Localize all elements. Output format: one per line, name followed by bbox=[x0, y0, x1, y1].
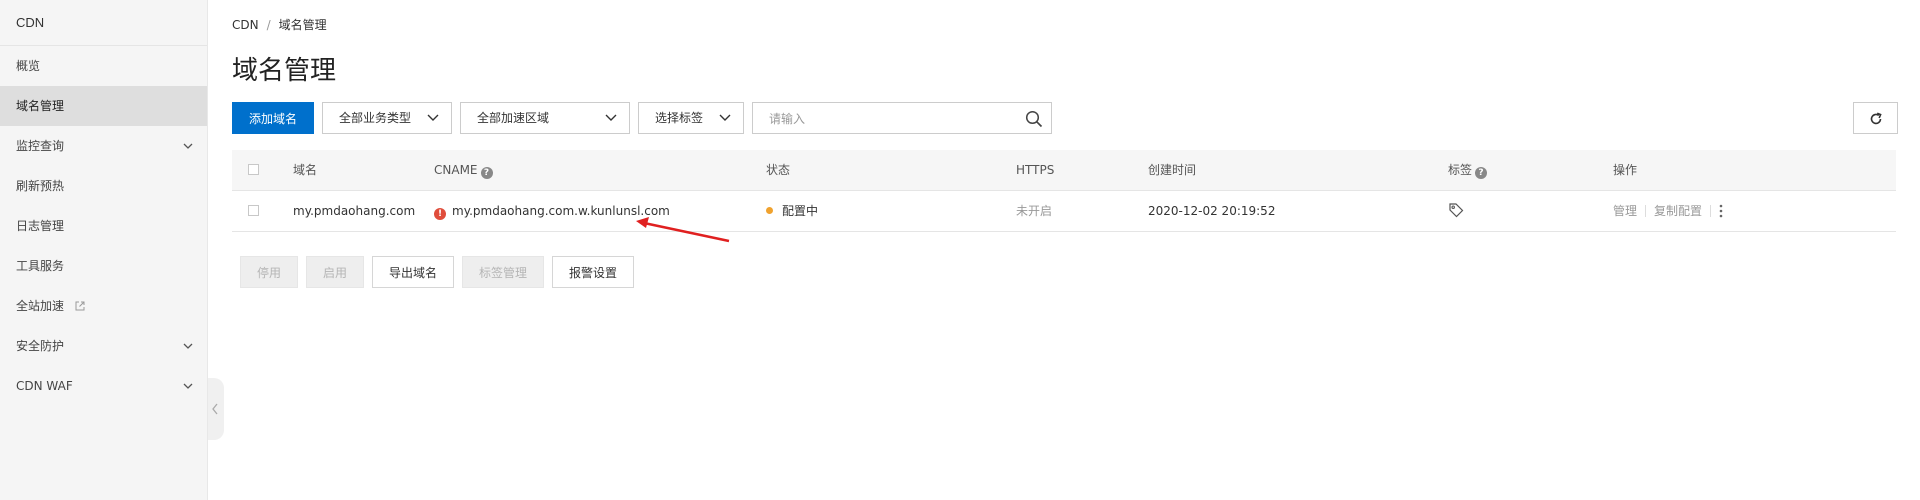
sidebar-item-domain-management[interactable]: 域名管理 bbox=[0, 86, 207, 126]
sidebar-item-dcdn[interactable]: 全站加速 bbox=[0, 286, 207, 326]
sidebar-item-refresh-preload[interactable]: 刷新预热 bbox=[0, 166, 207, 206]
sidebar-item-label: 概览 bbox=[16, 59, 41, 73]
status-cell: 配置中 bbox=[766, 191, 818, 231]
chevron-down-icon bbox=[183, 343, 193, 349]
copy-config-link[interactable]: 复制配置 bbox=[1654, 204, 1702, 218]
sidebar: CDN 概览 域名管理 监控查询 刷新预热 日志管理 工具服务 全站加速 安全防… bbox=[0, 0, 208, 500]
sidebar-item-monitoring[interactable]: 监控查询 bbox=[0, 126, 207, 166]
sidebar-item-label: 日志管理 bbox=[16, 219, 65, 233]
sidebar-item-label: 工具服务 bbox=[16, 259, 65, 273]
sidebar-item-label: 监控查询 bbox=[16, 139, 65, 153]
alarm-settings-button[interactable]: 报警设置 bbox=[552, 256, 634, 288]
sidebar-item-log-management[interactable]: 日志管理 bbox=[0, 206, 207, 246]
tag-select-value: 选择标签 bbox=[655, 111, 704, 125]
enable-button[interactable]: 启用 bbox=[306, 256, 364, 288]
table-header: 域名 CNAME? 状态 HTTPS 创建时间 标签? 操作 bbox=[232, 150, 1896, 191]
sidebar-item-label: 域名管理 bbox=[16, 99, 65, 113]
column-header-operations: 操作 bbox=[1613, 163, 1638, 177]
sidebar-collapse-handle[interactable] bbox=[208, 378, 224, 440]
business-type-value: 全部业务类型 bbox=[339, 111, 412, 125]
search-icon[interactable] bbox=[1025, 110, 1043, 128]
column-header-tags: 标签? bbox=[1448, 150, 1488, 190]
warning-icon[interactable]: ! bbox=[434, 208, 446, 220]
chevron-down-icon bbox=[183, 383, 193, 389]
refresh-icon bbox=[1870, 112, 1882, 125]
add-domain-button[interactable]: 添加域名 bbox=[232, 102, 314, 134]
external-link-icon bbox=[75, 301, 85, 311]
sidebar-item-tools[interactable]: 工具服务 bbox=[0, 246, 207, 286]
domain-cell[interactable]: my.pmdaohang.com bbox=[293, 191, 415, 231]
https-cell: 未开启 bbox=[1016, 204, 1053, 218]
sidebar-item-label: 安全防护 bbox=[16, 339, 65, 353]
chevron-down-icon bbox=[719, 114, 731, 121]
chevron-down-icon bbox=[183, 143, 193, 149]
chevron-down-icon bbox=[605, 114, 617, 121]
column-header-domain: 域名 bbox=[293, 163, 318, 177]
created-time-cell: 2020-12-02 20:19:52 bbox=[1148, 204, 1276, 218]
sidebar-item-label: CDN WAF bbox=[16, 379, 73, 393]
search-input[interactable] bbox=[753, 103, 1031, 135]
domain-table: 域名 CNAME? 状态 HTTPS 创建时间 标签? 操作 my.pmdaoh… bbox=[232, 150, 1896, 232]
toolbar: 添加域名 全部业务类型 全部加速区域 选择标签 bbox=[232, 102, 1898, 135]
business-type-select[interactable]: 全部业务类型 bbox=[322, 102, 452, 134]
sidebar-item-label: 刷新预热 bbox=[16, 179, 65, 193]
page-title: 域名管理 bbox=[232, 56, 337, 86]
region-value: 全部加速区域 bbox=[477, 111, 550, 125]
chevron-down-icon bbox=[427, 114, 439, 121]
column-header-created: 创建时间 bbox=[1148, 163, 1197, 177]
column-header-cname: CNAME? bbox=[434, 150, 493, 190]
more-options-icon[interactable] bbox=[1719, 204, 1723, 218]
refresh-button[interactable] bbox=[1853, 102, 1898, 134]
divider bbox=[1710, 205, 1712, 217]
chevron-left-icon bbox=[212, 403, 218, 415]
breadcrumb-separator: / bbox=[266, 18, 271, 32]
sidebar-title: CDN bbox=[0, 0, 207, 46]
manage-link[interactable]: 管理 bbox=[1613, 204, 1637, 218]
status-dot-icon bbox=[766, 207, 773, 214]
sidebar-item-label: 全站加速 bbox=[16, 299, 65, 313]
divider bbox=[1645, 205, 1647, 217]
tag-select[interactable]: 选择标签 bbox=[638, 102, 744, 134]
help-icon[interactable]: ? bbox=[1475, 167, 1488, 179]
tag-icon[interactable] bbox=[1448, 202, 1464, 218]
tags-cell bbox=[1448, 191, 1464, 231]
sidebar-item-cdn-waf[interactable]: CDN WAF bbox=[0, 366, 207, 406]
column-header-label: 标签 bbox=[1448, 163, 1473, 177]
operations-cell: 管理 复制配置 bbox=[1613, 191, 1723, 231]
search-box bbox=[752, 102, 1052, 135]
column-header-status: 状态 bbox=[766, 163, 791, 177]
tag-management-button[interactable]: 标签管理 bbox=[462, 256, 544, 288]
breadcrumb-current: 域名管理 bbox=[278, 18, 327, 32]
export-domains-button[interactable]: 导出域名 bbox=[372, 256, 454, 288]
table-row: my.pmdaohang.com ! my.pmdaohang.com.w.kun… bbox=[232, 191, 1896, 232]
region-select[interactable]: 全部加速区域 bbox=[460, 102, 630, 134]
column-header-label: CNAME bbox=[434, 163, 478, 177]
select-all-checkbox[interactable] bbox=[248, 164, 259, 175]
column-header-https: HTTPS bbox=[1016, 163, 1055, 177]
sidebar-item-security[interactable]: 安全防护 bbox=[0, 326, 207, 366]
breadcrumb: CDN / 域名管理 bbox=[232, 16, 327, 33]
sidebar-item-overview[interactable]: 概览 bbox=[0, 46, 207, 86]
status-value: 配置中 bbox=[782, 204, 819, 218]
breadcrumb-root[interactable]: CDN bbox=[232, 18, 259, 32]
row-checkbox[interactable] bbox=[248, 205, 259, 216]
annotation-arrow-icon bbox=[636, 217, 730, 243]
disable-button[interactable]: 停用 bbox=[240, 256, 298, 288]
help-icon[interactable]: ? bbox=[480, 167, 493, 179]
